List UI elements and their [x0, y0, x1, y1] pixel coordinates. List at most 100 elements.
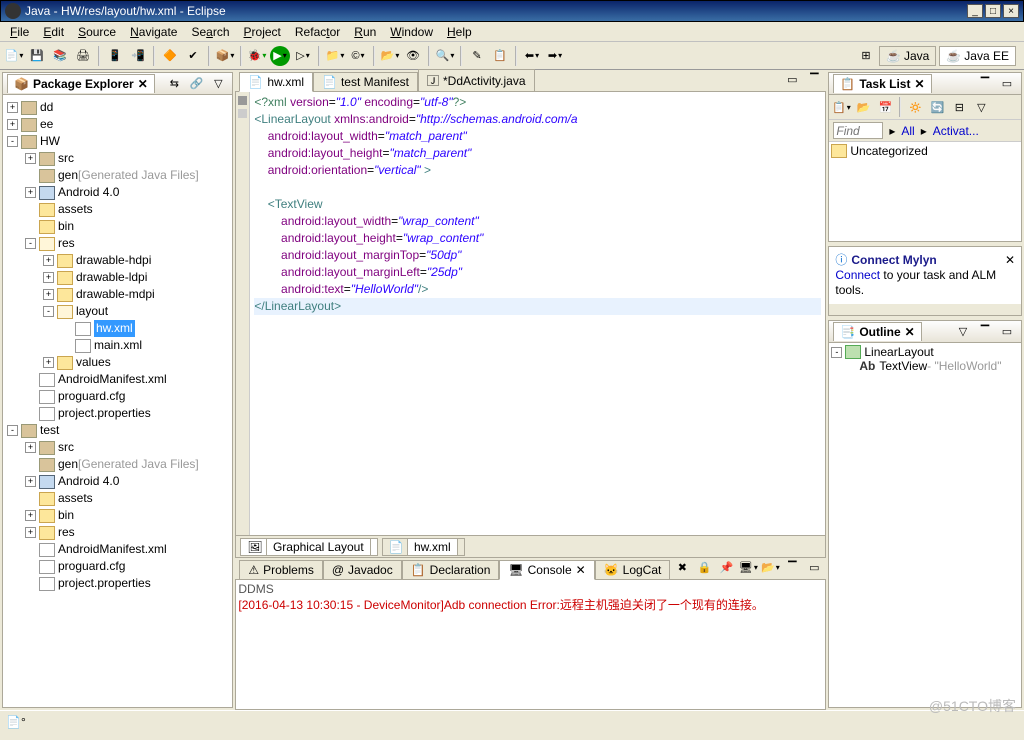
task-cat-icon[interactable]: 📂	[853, 97, 873, 117]
tree-row[interactable]: +ee	[7, 116, 228, 133]
expand-icon[interactable]: +	[43, 289, 54, 300]
menu-refactor[interactable]: Refactor	[289, 23, 346, 41]
task-all-link[interactable]: All	[901, 124, 914, 138]
tree-row[interactable]: +dd	[7, 99, 228, 116]
console-view[interactable]: DDMS [2016-04-13 10:30:15 - DeviceMonito…	[235, 580, 826, 710]
new-project-button[interactable]: 📦▾	[215, 46, 235, 66]
expand-icon[interactable]: +	[25, 527, 36, 538]
perspective-javaee[interactable]: ☕ Java EE	[939, 46, 1016, 66]
menu-help[interactable]: Help	[441, 23, 478, 41]
menu-source[interactable]: Source	[72, 23, 122, 41]
expand-icon[interactable]: -	[7, 425, 18, 436]
tab-javadoc[interactable]: @ Javadoc	[323, 560, 402, 580]
collapse-all-button[interactable]: ⇆	[164, 74, 184, 94]
open-perspective-button[interactable]: ⊞	[856, 46, 876, 66]
tree-row[interactable]: +src	[7, 150, 228, 167]
tree-row[interactable]: project.properties	[7, 575, 228, 592]
console-min-icon[interactable]: ▔	[782, 557, 802, 577]
tasklist-max-icon[interactable]: ▭	[997, 74, 1017, 94]
expand-icon[interactable]: +	[43, 357, 54, 368]
outline-textview[interactable]: TextView	[879, 359, 927, 373]
close-button[interactable]: ×	[1003, 4, 1019, 18]
tab-problems[interactable]: ⚠ Problems	[239, 560, 322, 580]
task-collapse-icon[interactable]: ⊟	[949, 97, 969, 117]
tree-row[interactable]: gen [Generated Java Files]	[7, 456, 228, 473]
debug-button[interactable]: 🐞▾	[247, 46, 267, 66]
editor-tab-ddactivity[interactable]: 🄹 *DdActivity.java	[418, 69, 535, 92]
task-sched-icon[interactable]: 📅	[875, 97, 895, 117]
editor-tab-hw[interactable]: 📄 hw.xml	[239, 72, 313, 92]
tab-source[interactable]: 📄 hw.xml	[382, 538, 465, 556]
save-all-button[interactable]: 📚	[50, 46, 70, 66]
tree-row[interactable]: AndroidManifest.xml	[7, 541, 228, 558]
task-menu-icon[interactable]: ▽	[971, 97, 991, 117]
tasklist-min-icon[interactable]: ▔	[975, 74, 995, 94]
maximize-button[interactable]: □	[985, 4, 1001, 18]
console-open-icon[interactable]: 📂▾	[760, 557, 780, 577]
expand-icon[interactable]: +	[7, 102, 18, 113]
view-menu-button[interactable]: ▽	[208, 74, 228, 94]
new-package-button[interactable]: 📁▾	[325, 46, 345, 66]
editor-code[interactable]: <?xml version="1.0" encoding="utf-8"?> <…	[250, 92, 825, 535]
tree-row[interactable]: assets	[7, 490, 228, 507]
task-sync-icon[interactable]: 🔄	[927, 97, 947, 117]
console-max-icon[interactable]: ▭	[804, 557, 824, 577]
minimize-button[interactable]: _	[967, 4, 983, 18]
run-last-button[interactable]: ▷▾	[293, 46, 313, 66]
tree-row[interactable]: assets	[7, 201, 228, 218]
tree-row[interactable]: +drawable-ldpi	[7, 269, 228, 286]
tree-row[interactable]: bin	[7, 218, 228, 235]
new-class-button[interactable]: ©▾	[348, 46, 368, 66]
tasklist-body[interactable]: Uncategorized	[829, 142, 1021, 241]
outline-tab[interactable]: 📑 Outline ✕	[833, 322, 921, 341]
tree-row[interactable]: main.xml	[7, 337, 228, 354]
tree-row[interactable]: -HW	[7, 133, 228, 150]
task-activate-link[interactable]: Activat...	[933, 124, 979, 138]
sdk-button[interactable]: 📱	[105, 46, 125, 66]
expand-icon[interactable]: +	[25, 476, 36, 487]
menu-file[interactable]: FFileile	[4, 23, 35, 41]
expand-icon[interactable]: -	[25, 238, 36, 249]
new-button[interactable]: 📄▾	[4, 46, 24, 66]
tree-row[interactable]: +values	[7, 354, 228, 371]
mylyn-close-icon[interactable]: ✕	[1005, 253, 1015, 268]
expand-icon[interactable]: +	[43, 255, 54, 266]
expand-icon[interactable]: -	[43, 306, 54, 317]
tree-row[interactable]: +bin	[7, 507, 228, 524]
tree-row[interactable]: proguard.cfg	[7, 388, 228, 405]
expand-icon[interactable]: +	[25, 442, 36, 453]
console-pin-icon[interactable]: 📌	[716, 557, 736, 577]
console-clear-icon[interactable]: ✖	[672, 557, 692, 577]
perspective-java[interactable]: ☕ Java	[879, 46, 936, 66]
run-button[interactable]: ▶▾	[270, 46, 290, 66]
expand-icon[interactable]: +	[43, 272, 54, 283]
open-type-button[interactable]: 🔶	[160, 46, 180, 66]
tree-row[interactable]: project.properties	[7, 405, 228, 422]
menu-edit[interactable]: Edit	[37, 23, 70, 41]
tab-logcat[interactable]: 🐱 LogCat	[595, 560, 671, 580]
expand-icon[interactable]: +	[25, 510, 36, 521]
lint-button[interactable]: ✔	[183, 46, 203, 66]
tree-row[interactable]: +Android 4.0	[7, 184, 228, 201]
outline-body[interactable]: -LinearLayout AbTextView - "HelloWorld"	[829, 343, 1021, 707]
search-button[interactable]: 🔍▾	[435, 46, 455, 66]
package-explorer-tab[interactable]: 📦 Package Explorer ✕	[7, 74, 155, 93]
menu-navigate[interactable]: Navigate	[124, 23, 183, 41]
package-explorer-tree[interactable]: +dd+ee-HW+src gen [Generated Java Files] +…	[3, 95, 232, 707]
console-lock-icon[interactable]: 🔒	[694, 557, 714, 577]
menu-window[interactable]: Window	[384, 23, 439, 41]
menu-project[interactable]: Project	[238, 23, 287, 41]
editor-maximize-icon[interactable]: ▭	[782, 69, 802, 89]
tree-row[interactable]: -layout	[7, 303, 228, 320]
outline-min-icon[interactable]: ▔	[975, 322, 995, 342]
menu-run[interactable]: Run	[348, 23, 382, 41]
save-button[interactable]: 💾	[27, 46, 47, 66]
print-button[interactable]: 🖨	[73, 46, 93, 66]
tab-graphical-layout[interactable]: 🖼 Graphical Layout	[240, 538, 377, 556]
outline-max-icon[interactable]: ▭	[997, 322, 1017, 342]
tab-declaration[interactable]: 📋 Declaration	[402, 560, 500, 580]
forward-button[interactable]: ➡▾	[545, 46, 565, 66]
task-uncategorized[interactable]: Uncategorized	[850, 144, 927, 158]
tree-row[interactable]: hw.xml	[7, 320, 228, 337]
tree-row[interactable]: proguard.cfg	[7, 558, 228, 575]
